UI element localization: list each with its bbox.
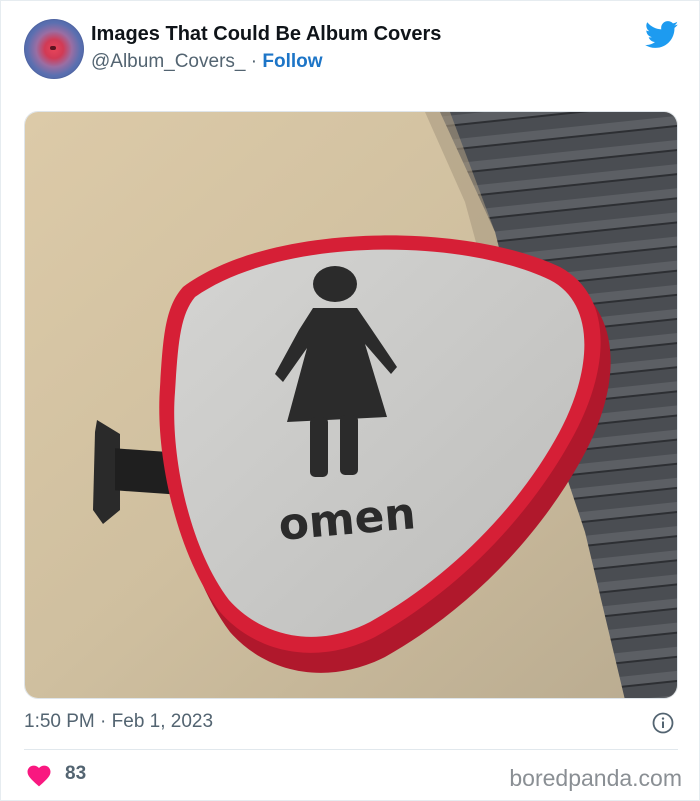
- photo-scene: omen: [25, 112, 677, 698]
- tweet-card: Images That Could Be Album Covers @Album…: [0, 0, 700, 801]
- heart-icon[interactable]: [27, 765, 51, 787]
- avatar-dot: [50, 46, 56, 50]
- author-handle-row: @Album_Covers_ · Follow: [91, 51, 323, 73]
- tweet-photo[interactable]: omen: [24, 111, 678, 699]
- author-handle[interactable]: @Album_Covers_: [91, 51, 245, 72]
- watermark: boredpanda.com: [509, 765, 682, 791]
- author-name[interactable]: Images That Could Be Album Covers: [91, 23, 441, 46]
- divider: [24, 749, 678, 750]
- info-icon[interactable]: [652, 712, 674, 734]
- follow-button[interactable]: Follow: [262, 51, 322, 72]
- avatar[interactable]: [24, 19, 84, 79]
- twitter-bird-icon[interactable]: [645, 21, 679, 49]
- tweet-timestamp[interactable]: 1:50 PM · Feb 1, 2023: [24, 711, 213, 733]
- like-count: 83: [65, 763, 87, 784]
- handle-separator: ·: [245, 51, 263, 72]
